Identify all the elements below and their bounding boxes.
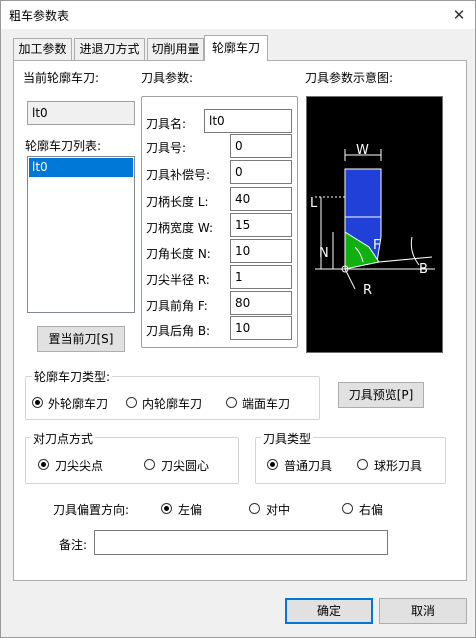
label-r: R	[363, 283, 372, 298]
tool-name-input[interactable]: lt0	[204, 109, 292, 133]
dialog-window: 粗车参数表 ✕ 加工参数 进退刀方式 切削用量 轮廓车刀 当前轮廓车刀: lt0…	[0, 0, 476, 638]
radio-ball-tool-label[interactable]: 球形刀具	[374, 457, 422, 474]
radio-offset-center-label[interactable]: 对中	[266, 501, 290, 518]
list-item[interactable]: lt0	[29, 158, 133, 177]
tab-approach-retract[interactable]: 进退刀方式	[74, 38, 145, 60]
tool-list-label: 轮廓车刀列表:	[25, 139, 102, 153]
radio-offset-right[interactable]	[342, 503, 353, 514]
radio-offset-right-label[interactable]: 右偏	[359, 501, 383, 518]
radio-offset-center[interactable]	[249, 503, 260, 514]
title-bar: 粗车参数表 ✕	[1, 1, 475, 29]
radio-face-tool-label[interactable]: 端面车刀	[242, 395, 290, 412]
param-label-rake-angle: 刀具前角 F:	[146, 299, 208, 313]
clearance-angle-input[interactable]: 10	[230, 316, 292, 340]
ok-button[interactable]: 确定	[285, 598, 373, 624]
params-header: 刀具参数:	[141, 71, 194, 85]
tool-type-group-title: 轮廓车刀类型:	[32, 368, 113, 385]
label-f: F	[373, 238, 380, 253]
radio-tip-center-label[interactable]: 刀尖圆心	[161, 457, 209, 474]
tool-number-input[interactable]: 0	[230, 134, 292, 158]
diagram-header: 刀具参数示意图:	[305, 71, 394, 85]
radio-tip-point[interactable]	[38, 459, 49, 470]
label-l: L	[310, 196, 318, 211]
tool-holder-shape	[344, 168, 382, 218]
radio-inner-tool[interactable]	[126, 397, 137, 408]
radio-inner-tool-label[interactable]: 内轮廓车刀	[142, 395, 202, 412]
radio-offset-left-label[interactable]: 左偏	[178, 501, 202, 518]
b-angle-arc	[410, 236, 420, 266]
radio-tip-point-label[interactable]: 刀尖尖点	[55, 457, 103, 474]
align-point-group-title: 对刀点方式	[31, 430, 96, 447]
set-current-tool-button[interactable]: 置当前刀[S]	[37, 326, 125, 352]
param-label-shank-length: 刀柄长度 L:	[146, 195, 209, 209]
tool-preview-button[interactable]: 刀具预览[P]	[338, 382, 424, 408]
radio-tip-center[interactable]	[144, 459, 155, 470]
nose-radius-input[interactable]: 1	[230, 265, 292, 289]
param-label-shank-width: 刀柄宽度 W:	[146, 221, 214, 235]
close-icon[interactable]: ✕	[448, 4, 470, 26]
param-label-nose-radius: 刀尖半径 R:	[146, 273, 210, 287]
window-title: 粗车参数表	[9, 9, 70, 23]
offset-direction-label: 刀具偏置方向:	[53, 503, 130, 517]
tab-cutting-amount[interactable]: 切削用量	[147, 38, 204, 60]
radio-face-tool[interactable]	[226, 397, 237, 408]
radio-ball-tool[interactable]	[357, 459, 368, 470]
tool-diagram-svg: W L N F R B	[310, 143, 435, 298]
corner-length-input[interactable]: 10	[230, 239, 292, 263]
rake-angle-input[interactable]: 80	[230, 291, 292, 315]
current-tool-field: lt0	[27, 101, 135, 125]
comp-number-input[interactable]: 0	[230, 160, 292, 184]
r-leader-line	[344, 268, 356, 290]
note-label: 备注:	[59, 538, 88, 552]
label-n: N	[319, 246, 329, 261]
param-label-tool-number: 刀具号:	[146, 141, 187, 155]
param-label-comp-number: 刀具补偿号:	[146, 168, 211, 182]
param-label-tool-name: 刀具名:	[146, 117, 187, 131]
shank-length-input[interactable]: 40	[230, 187, 292, 211]
radio-outer-tool[interactable]	[32, 397, 43, 408]
radio-outer-tool-label[interactable]: 外轮廓车刀	[48, 395, 108, 412]
cancel-button[interactable]: 取消	[379, 598, 467, 624]
note-input[interactable]	[94, 530, 388, 555]
param-label-clearance-angle: 刀具后角 B:	[146, 324, 211, 338]
tab-profile-tool[interactable]: 轮廓车刀	[204, 35, 268, 61]
radio-offset-left[interactable]	[161, 503, 172, 514]
tool-listbox[interactable]: lt0	[27, 156, 135, 313]
radio-normal-tool[interactable]	[267, 459, 278, 470]
shank-width-input[interactable]: 15	[230, 213, 292, 237]
param-label-corner-length: 刀角长度 N:	[146, 247, 211, 261]
label-w: W	[356, 143, 369, 158]
tool-diagram: W L N F R B	[306, 96, 443, 353]
radio-normal-tool-label[interactable]: 普通刀具	[284, 457, 332, 474]
label-b: B	[419, 262, 428, 277]
tab-machining-params[interactable]: 加工参数	[13, 38, 72, 60]
tool-kind-group-title: 刀具类型	[261, 430, 314, 447]
current-tool-label: 当前轮廓车刀:	[23, 71, 100, 85]
